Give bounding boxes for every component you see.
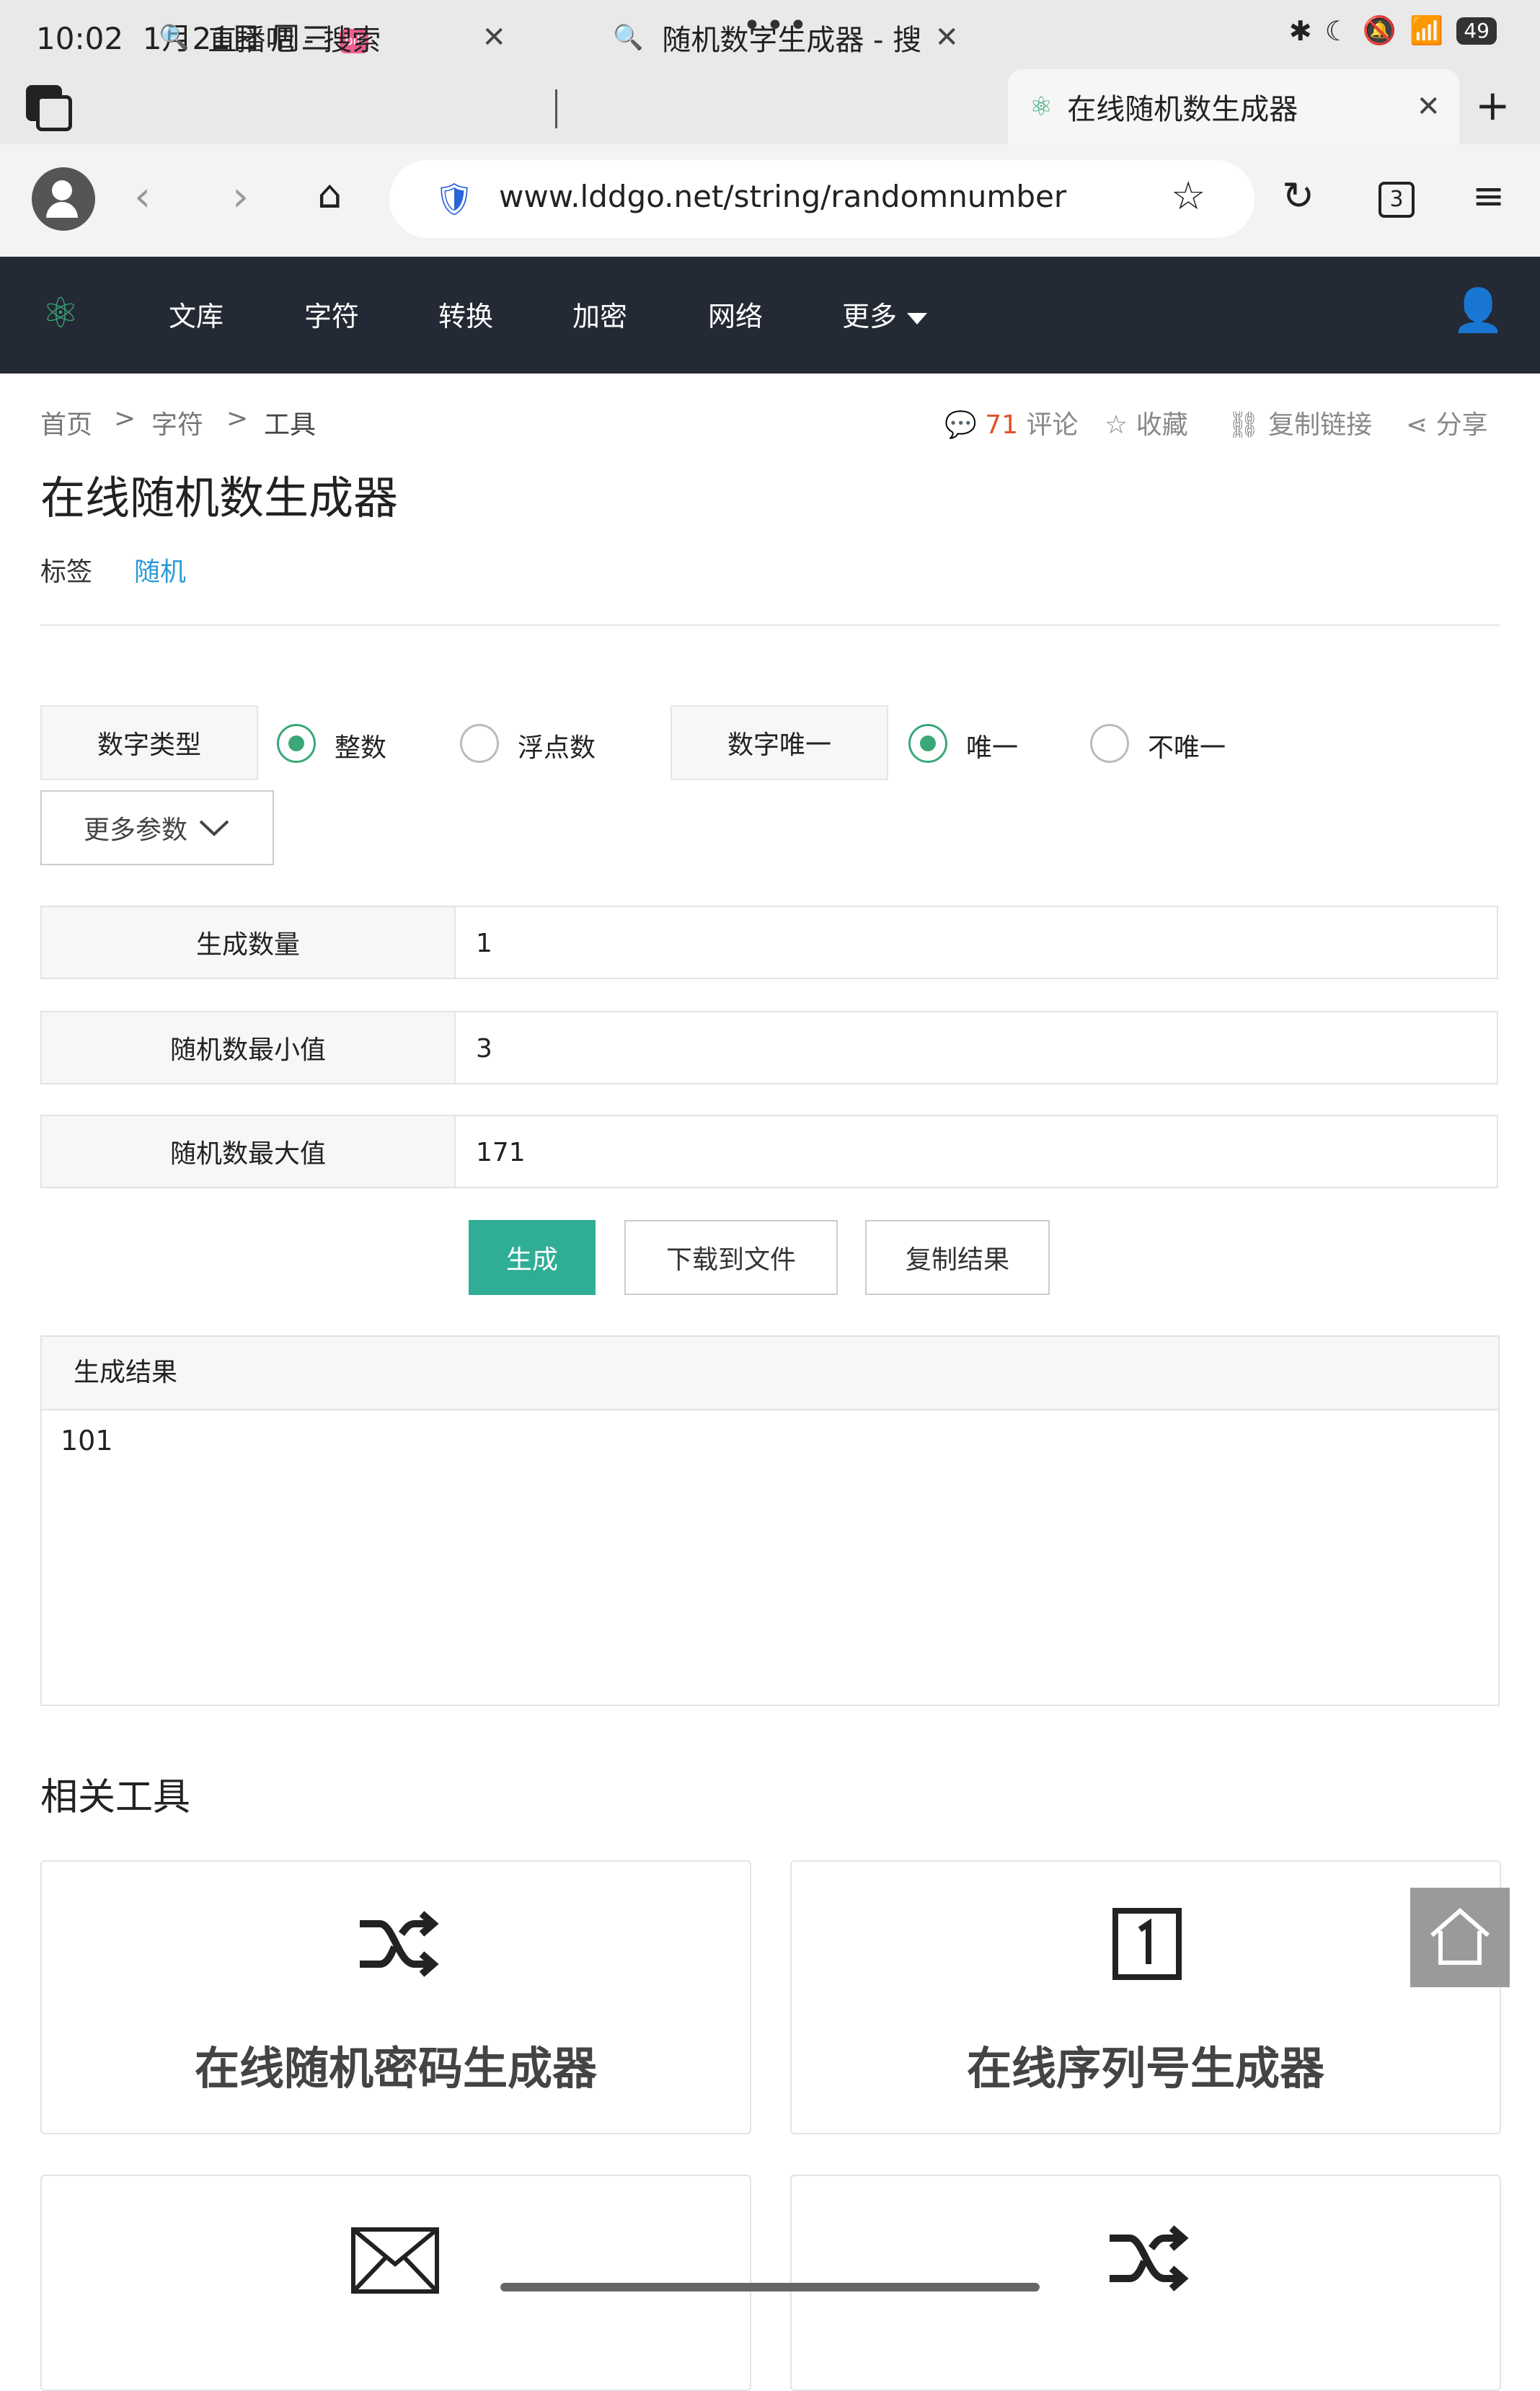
related-card-label: 在线随机密码生成器 xyxy=(194,2042,597,2095)
page-title: 在线随机数生成器 xyxy=(40,472,399,524)
mute-icon: 🔕 xyxy=(1362,14,1397,46)
max-field-row: 随机数最大值 xyxy=(40,1115,1498,1188)
download-button[interactable]: 下载到文件 xyxy=(624,1220,838,1295)
result-textarea[interactable]: 101 xyxy=(42,1410,1498,1471)
envelope-icon xyxy=(351,2227,439,2294)
tab-random-number-search[interactable]: 🔍 随机数字生成器 - 搜 ✕ xyxy=(613,0,959,75)
shuffle-icon xyxy=(360,1911,439,1977)
reload-icon[interactable]: ↻ xyxy=(1282,173,1314,218)
nav-item-convert[interactable]: 转换 xyxy=(438,294,493,334)
nav-item-encrypt[interactable]: 加密 xyxy=(572,294,627,334)
share-button[interactable]: ⋖ 分享 xyxy=(1406,404,1488,441)
max-value-input[interactable] xyxy=(476,1133,1471,1171)
status-icons: ✱ ☾ 🔕 📶 49 xyxy=(1289,14,1497,47)
menu-icon[interactable]: ≡ xyxy=(1472,173,1505,218)
profile-avatar-icon[interactable] xyxy=(32,167,95,231)
tab-separator xyxy=(555,89,557,128)
url-text[interactable]: www.lddgo.net/string/randomnumber xyxy=(499,179,1066,214)
radio-not-unique-label[interactable]: 不唯一 xyxy=(1148,727,1226,764)
link-icon: ⛓ xyxy=(1227,410,1260,440)
close-tab-icon[interactable]: ✕ xyxy=(482,21,506,54)
divider xyxy=(40,624,1500,626)
tag-random-link[interactable]: 随机 xyxy=(134,551,186,588)
radio-float-label[interactable]: 浮点数 xyxy=(518,727,596,764)
favorite-link[interactable]: ☆ 收藏 xyxy=(1105,404,1188,441)
back-to-top-button[interactable] xyxy=(1410,1888,1510,1987)
chevron-down-icon xyxy=(199,820,229,836)
chevron-down-icon xyxy=(907,312,928,324)
radio-float[interactable] xyxy=(460,724,499,763)
home-icon xyxy=(1430,1908,1490,1965)
home-indicator[interactable] xyxy=(500,2283,1040,2291)
home-icon[interactable]: ⌂ xyxy=(317,172,342,217)
tab-zhibo8-search[interactable]: 🔍 直播吧 - 搜索 ✕ xyxy=(159,0,506,75)
breadcrumb-string[interactable]: 字符 xyxy=(151,404,203,441)
number-unique-label: 数字唯一 xyxy=(671,705,888,780)
copy-link-button[interactable]: ⛓ 复制链接 xyxy=(1227,404,1372,441)
related-card-password-generator[interactable]: 在线随机密码生成器 xyxy=(40,1860,751,2134)
radio-not-unique[interactable] xyxy=(1090,724,1129,763)
wifi-icon: 📶 xyxy=(1410,14,1444,46)
battery-icon: 49 xyxy=(1456,17,1497,45)
min-field-row: 随机数最小值 xyxy=(40,1011,1498,1084)
count-field-row: 生成数量 xyxy=(40,906,1498,979)
breadcrumb-sep: > xyxy=(226,404,249,433)
close-tab-icon[interactable]: ✕ xyxy=(1416,90,1441,123)
radio-integer-label[interactable]: 整数 xyxy=(335,727,386,764)
tag-label: 标签 xyxy=(40,557,93,587)
site-favicon-icon: ⚛ xyxy=(1030,92,1053,122)
back-icon[interactable]: ‹ xyxy=(134,172,151,221)
user-icon[interactable]: 👤 xyxy=(1452,286,1504,335)
site-logo-icon[interactable]: ⚛ xyxy=(42,288,79,337)
share-icon: ⋖ xyxy=(1406,410,1428,440)
radio-unique[interactable] xyxy=(908,724,947,763)
nav-item-string[interactable]: 字符 xyxy=(304,294,359,334)
moon-icon: ☾ xyxy=(1324,14,1350,47)
max-field-label: 随机数最大值 xyxy=(42,1116,456,1187)
search-icon: 🔍 xyxy=(159,23,190,52)
radio-integer[interactable] xyxy=(277,724,316,763)
bluetooth-icon: ✱ xyxy=(1288,14,1312,47)
comment-link[interactable]: 💬 71 评论 xyxy=(944,404,1079,441)
result-title: 生成结果 xyxy=(42,1337,1498,1410)
copy-result-button[interactable]: 复制结果 xyxy=(865,1220,1050,1295)
breadcrumb-tools[interactable]: 工具 xyxy=(264,404,316,441)
count-field-label: 生成数量 xyxy=(42,907,456,978)
shuffle-icon xyxy=(1110,2225,1189,2291)
radio-unique-label[interactable]: 唯一 xyxy=(966,727,1018,764)
close-tab-icon[interactable]: ✕ xyxy=(930,21,959,54)
breadcrumb-sep: > xyxy=(114,404,136,433)
more-params-button[interactable]: 更多参数 xyxy=(40,790,274,865)
security-shield-icon[interactable]: 🛡 xyxy=(434,180,474,218)
result-panel: 生成结果 101 xyxy=(40,1335,1500,1706)
site-navbar xyxy=(0,257,1540,374)
min-field-label: 随机数最小值 xyxy=(42,1012,456,1083)
nav-item-more[interactable]: 更多 xyxy=(842,294,928,334)
nav-item-network[interactable]: 网络 xyxy=(708,294,763,334)
tab-count-button[interactable]: 3 xyxy=(1379,182,1415,218)
count-input[interactable] xyxy=(476,924,1471,962)
new-tab-icon[interactable]: + xyxy=(1475,81,1510,130)
forward-icon[interactable]: › xyxy=(232,172,249,221)
number-one-box-icon xyxy=(1112,1908,1182,1980)
number-type-label: 数字类型 xyxy=(40,705,258,780)
min-value-input[interactable] xyxy=(476,1030,1471,1067)
tab-random-number-generator[interactable]: ⚛ 在线随机数生成器 ✕ xyxy=(1008,69,1459,144)
related-card-serial-generator[interactable]: 在线序列号生成器 xyxy=(790,1860,1501,2134)
related-card-label: 在线序列号生成器 xyxy=(966,2042,1324,2095)
generate-button[interactable]: 生成 xyxy=(469,1220,596,1295)
breadcrumb-home[interactable]: 首页 xyxy=(40,404,92,441)
star-icon: ☆ xyxy=(1105,410,1128,440)
tabs-overview-icon[interactable] xyxy=(26,85,72,131)
comment-icon: 💬 xyxy=(944,410,977,440)
nav-item-library[interactable]: 文库 xyxy=(169,294,224,334)
related-tools-title: 相关工具 xyxy=(40,1776,191,1819)
bookmark-star-icon[interactable]: ☆ xyxy=(1171,173,1205,218)
search-icon: 🔍 xyxy=(613,23,644,52)
